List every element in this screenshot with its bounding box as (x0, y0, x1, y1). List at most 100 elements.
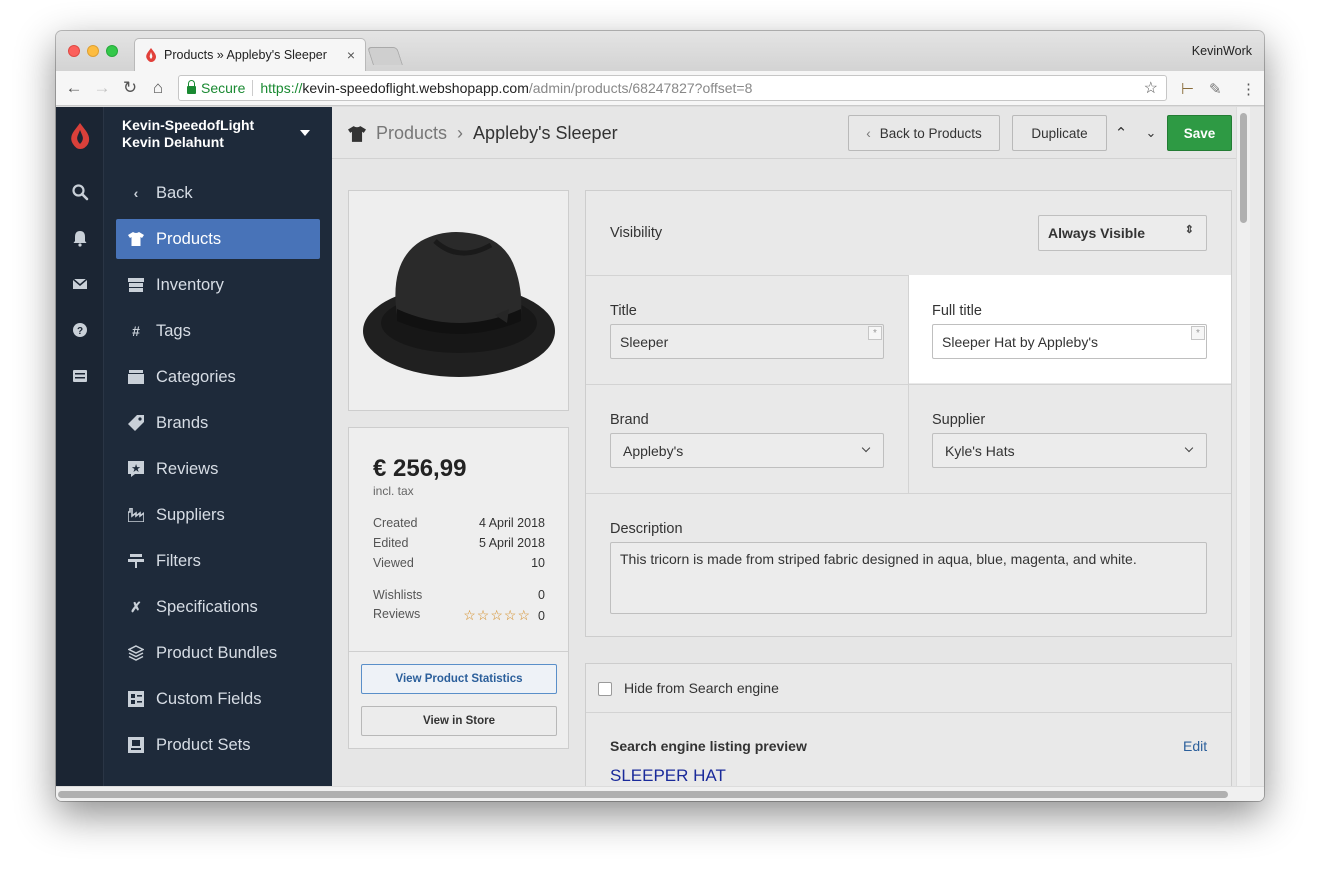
menu-dots-icon[interactable]: ⋮ (1241, 80, 1256, 98)
column-separator (908, 385, 909, 493)
visibility-value: Always Visible (1048, 225, 1146, 241)
sidebar-item-suppliers[interactable]: Suppliers (116, 495, 320, 535)
duplicate-button[interactable]: Duplicate (1012, 115, 1107, 151)
stat-reviews: Reviews ☆ ☆ ☆ ☆ ☆ 0 (373, 607, 545, 624)
extension-icon[interactable]: ⊢ (1181, 80, 1194, 98)
reload-icon[interactable]: ↻ (116, 78, 144, 98)
description-textarea[interactable]: This tricorn is made from striped fabric… (610, 542, 1207, 614)
account-switcher[interactable]: Kevin-SpeedofLight Kevin Delahunt (122, 117, 254, 151)
column-separator (908, 276, 909, 384)
sidebar-item-label: Back (156, 183, 193, 202)
review-star-icon: ★ (128, 461, 144, 477)
address-bar[interactable]: Secure https://kevin-speedoflight.websho… (178, 75, 1167, 101)
back-to-products-button[interactable]: ‹ Back to Products (848, 115, 1000, 151)
visibility-select[interactable]: Always Visible ⇕ (1038, 215, 1207, 251)
full-title-input[interactable]: Sleeper Hat by Appleby's * (932, 324, 1207, 359)
supplier-select[interactable]: Kyle's Hats (932, 433, 1207, 468)
sidebar-item-product-sets[interactable]: Product Sets (116, 725, 320, 765)
tab-close-icon[interactable]: × (347, 47, 355, 63)
sidebar-item-label: Inventory (156, 275, 224, 294)
breadcrumb-products-link[interactable]: Products (376, 123, 447, 144)
brand-select[interactable]: Appleby's (610, 433, 884, 468)
tools-icon: ✗ (130, 598, 142, 615)
view-in-store-button[interactable]: View in Store (361, 706, 557, 736)
bell-icon[interactable] (71, 229, 89, 247)
mail-icon[interactable] (71, 275, 89, 293)
sidebar-item-specifications[interactable]: ✗ Specifications (116, 587, 320, 627)
vertical-scrollbar[interactable] (1236, 107, 1250, 786)
back-arrow-icon[interactable]: ← (60, 78, 88, 98)
forward-arrow-icon[interactable]: → (88, 78, 116, 98)
sidebar-item-inventory[interactable]: Inventory (116, 265, 320, 305)
page-header: Products › Appleby's Sleeper ‹ Back to Pr… (332, 107, 1250, 159)
full-title-label: Full title (932, 303, 982, 319)
stat-created: Created 4 April 2018 (373, 516, 545, 530)
sidebar-item-filters[interactable]: Filters (116, 541, 320, 581)
svg-text:★: ★ (131, 462, 141, 475)
bookmark-star-icon[interactable]: ☆ (1144, 78, 1158, 98)
register-icon[interactable] (71, 367, 89, 385)
sidebar-item-brands[interactable]: Brands (116, 403, 320, 443)
sidebar-item-product-bundles[interactable]: Product Bundles (116, 633, 320, 673)
title-input[interactable]: Sleeper * (610, 324, 884, 359)
secure-indicator[interactable]: Secure (187, 79, 246, 96)
sidebar-item-products[interactable]: Products (116, 219, 320, 259)
horizontal-scrollbar[interactable] (56, 786, 1264, 801)
visibility-row: Visibility Always Visible ⇕ (586, 191, 1231, 276)
sidebar-item-reviews[interactable]: ★ Reviews (116, 449, 320, 489)
lightspeed-logo-icon[interactable] (69, 123, 91, 149)
browser-window: Products » Appleby's Sleeper × KevinWork… (56, 31, 1264, 801)
description-label: Description (610, 521, 683, 537)
sidebar-item-label: Reviews (156, 459, 219, 478)
account-caret-icon[interactable] (300, 130, 310, 136)
new-tab-button[interactable] (367, 47, 403, 65)
scrollbar-thumb[interactable] (1240, 113, 1247, 223)
secure-label: Secure (201, 80, 246, 96)
browser-tab[interactable]: Products » Appleby's Sleeper × (134, 38, 366, 71)
product-image-card[interactable] (348, 190, 569, 411)
sidebar-nav: ‹ Back Products Inventory # Tags Categorie… (116, 173, 320, 771)
product-price: € 256,99 (373, 455, 467, 482)
seo-preview-label: Search engine listing preview (610, 738, 807, 754)
sidebar-item-label: Products (156, 229, 222, 248)
chevron-left-icon: ‹ (133, 185, 139, 201)
summary-divider (349, 651, 568, 652)
hide-from-search-label[interactable]: Hide from Search engine (624, 680, 779, 696)
previous-product-button[interactable]: ⌃ (1108, 115, 1134, 151)
svg-text:?: ? (77, 326, 83, 337)
stat-label: Edited (373, 536, 409, 550)
sidebar-item-tags[interactable]: # Tags (116, 311, 320, 351)
help-icon[interactable]: ? (71, 321, 89, 339)
search-icon[interactable] (71, 183, 89, 201)
chevron-down-icon: ⌄ (1145, 125, 1157, 140)
page-title: Appleby's Sleeper (473, 123, 618, 143)
sidebar-item-label: Categories (156, 367, 236, 386)
star-empty-icon: ☆ (463, 607, 476, 623)
eyedropper-icon[interactable]: ✎ (1209, 80, 1222, 98)
sidebar-item-label: Specifications (156, 597, 258, 616)
profile-name[interactable]: KevinWork (1192, 44, 1252, 58)
sidebar-item-label: Custom Fields (156, 689, 262, 708)
view-product-statistics-button[interactable]: View Product Statistics (361, 664, 557, 694)
inventory-icon (128, 277, 144, 293)
minimize-window-button[interactable] (87, 45, 99, 57)
save-button[interactable]: Save (1167, 115, 1232, 151)
hide-from-search-checkbox[interactable] (598, 682, 612, 696)
sidebar-item-custom-fields[interactable]: Custom Fields (116, 679, 320, 719)
sidebar-item-categories[interactable]: Categories (116, 357, 320, 397)
seo-edit-link[interactable]: Edit (1183, 738, 1207, 754)
star-empty-icon: ☆ (490, 607, 503, 623)
sidebar-item-back[interactable]: ‹ Back (116, 173, 320, 213)
folder-icon (128, 369, 144, 385)
close-window-button[interactable] (68, 45, 80, 57)
app: ? Kevin-SpeedofLight Kevin Delahunt ‹ Bac… (56, 107, 1264, 801)
horizontal-scrollbar-thumb[interactable] (58, 791, 1228, 798)
stat-label: Reviews (373, 607, 421, 621)
tab-title: Products » Appleby's Sleeper (164, 48, 327, 62)
zoom-window-button[interactable] (106, 45, 118, 57)
home-icon[interactable]: ⌂ (144, 78, 172, 98)
title-value: Sleeper (620, 333, 669, 350)
sidebar-item-label: Product Bundles (156, 643, 278, 662)
next-product-button[interactable]: ⌄ (1138, 115, 1164, 151)
url-path: /admin/products/68247827?offset=8 (528, 80, 753, 96)
